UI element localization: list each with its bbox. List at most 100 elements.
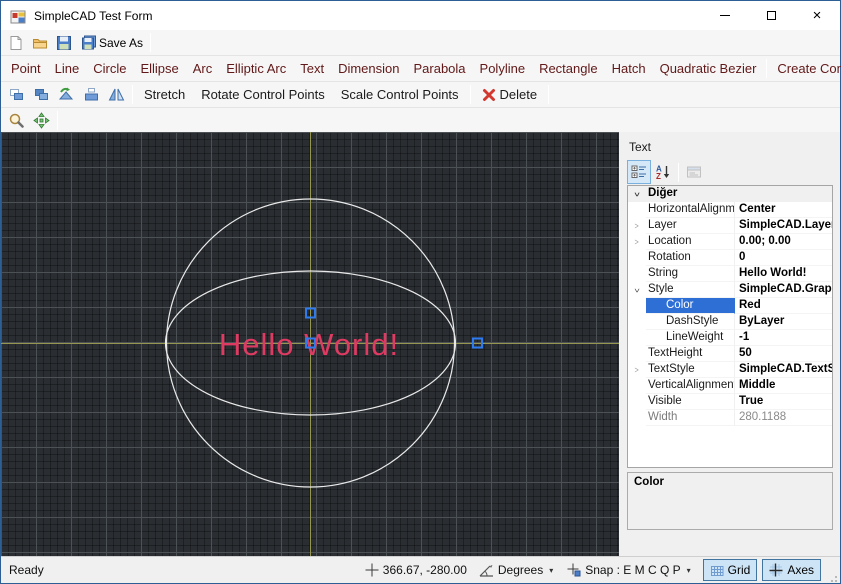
- property-value[interactable]: Red: [735, 298, 832, 314]
- property-description-panel: Color: [627, 472, 833, 530]
- draw-command-button[interactable]: Parabola: [406, 57, 472, 81]
- chevron-down-icon: ▾: [686, 565, 691, 575]
- expander-margin[interactable]: >: [628, 282, 646, 298]
- draw-command-button[interactable]: Dimension: [331, 57, 406, 81]
- snap-icon: [567, 563, 581, 577]
- open-button[interactable]: [28, 32, 52, 54]
- property-name: TextStyle: [646, 362, 735, 378]
- snap-dropdown[interactable]: Snap : E M C Q P ▾: [565, 561, 692, 579]
- angle-mode-dropdown[interactable]: Degrees ▾: [477, 561, 555, 579]
- property-name: Layer: [646, 218, 735, 234]
- magnifier-icon: [9, 113, 24, 128]
- scale-button[interactable]: [79, 84, 104, 106]
- save-as-button[interactable]: Save As: [76, 32, 147, 54]
- expander-margin: [628, 346, 646, 362]
- property-row[interactable]: > TextStyleSimpleCAD.TextStyle: [628, 362, 832, 378]
- draw-command-button[interactable]: Elliptic Arc: [219, 57, 293, 81]
- draw-command-button[interactable]: Ellipse: [133, 57, 185, 81]
- description-title: Color: [634, 476, 665, 488]
- alphabetical-sort-button[interactable]: A Z: [651, 160, 675, 184]
- status-bar: Ready 366.67, -280.00 Degrees ▾ Snap : E…: [1, 556, 840, 583]
- maximize-button[interactable]: [748, 1, 794, 30]
- property-name: Color: [646, 298, 735, 314]
- save-as-label: Save As: [99, 35, 144, 50]
- property-value[interactable]: 0: [735, 250, 832, 266]
- chevron-down-icon: ▾: [549, 565, 554, 575]
- draw-command-button[interactable]: Polyline: [473, 57, 533, 81]
- property-row[interactable]: >StyleSimpleCAD.Graphics: [628, 282, 832, 298]
- property-value[interactable]: ByLayer: [735, 314, 832, 330]
- stretch-button[interactable]: Stretch: [136, 83, 193, 107]
- property-value[interactable]: 0.00; 0.00: [735, 234, 832, 250]
- zoom-button[interactable]: [4, 109, 29, 131]
- categorized-icon: [631, 165, 646, 178]
- property-value[interactable]: 50: [735, 346, 832, 362]
- property-row[interactable]: Width 280.1188: [628, 410, 832, 426]
- copy-button[interactable]: [29, 84, 54, 106]
- draw-command-button[interactable]: Quadratic Bezier: [653, 57, 764, 81]
- mirror-button[interactable]: [104, 84, 129, 106]
- property-row[interactable]: HorizontalAlignmentCenter: [628, 202, 832, 218]
- close-button[interactable]: ×: [794, 1, 840, 30]
- property-row[interactable]: LineWeight -1: [628, 330, 832, 346]
- grid-toggle-button[interactable]: Grid: [702, 559, 758, 581]
- property-value[interactable]: SimpleCAD.Layer: [735, 218, 832, 234]
- draw-command-button[interactable]: Line: [48, 57, 87, 81]
- toolbar-separator: [766, 59, 768, 78]
- property-value[interactable]: SimpleCAD.TextStyle: [735, 362, 832, 378]
- minimize-button[interactable]: [702, 1, 748, 30]
- draw-command-button[interactable]: Point: [4, 57, 48, 81]
- coordinates-display: 366.67, -280.00: [365, 563, 467, 577]
- expander-margin[interactable]: >: [628, 218, 646, 234]
- axes-icon: [769, 563, 783, 577]
- categorized-view-button[interactable]: [627, 160, 651, 184]
- property-value[interactable]: SimpleCAD.Graphics: [735, 282, 832, 298]
- property-value[interactable]: Middle: [735, 378, 832, 394]
- property-value[interactable]: Hello World!: [735, 266, 832, 282]
- draw-command-button[interactable]: Arc: [186, 57, 220, 81]
- save-button[interactable]: [52, 32, 76, 54]
- delete-button[interactable]: Delete: [474, 83, 546, 107]
- hello-world-text-entity[interactable]: Hello World!: [219, 327, 399, 362]
- expander-margin[interactable]: >: [628, 234, 646, 250]
- expander-margin[interactable]: >: [628, 186, 646, 202]
- property-row[interactable]: String Hello World!: [628, 266, 832, 282]
- expander-margin[interactable]: >: [628, 362, 646, 378]
- az-sort-icon: A Z: [656, 165, 670, 180]
- draw-command-button[interactable]: Text: [293, 57, 331, 81]
- property-name: Location: [646, 234, 735, 250]
- draw-command-button[interactable]: Circle: [86, 57, 133, 81]
- resize-grip[interactable]: [826, 571, 838, 583]
- rotate-button[interactable]: [54, 84, 79, 106]
- create-composite-button[interactable]: Create Composite: [770, 57, 841, 81]
- expander-margin: [628, 314, 646, 330]
- property-category-row[interactable]: > Diğer: [628, 186, 832, 202]
- move-button[interactable]: [4, 84, 29, 106]
- draw-command-button[interactable]: Hatch: [605, 57, 653, 81]
- property-row[interactable]: Visible True: [628, 394, 832, 410]
- cad-canvas[interactable]: Hello World!: [1, 132, 619, 556]
- pan-button[interactable]: [29, 109, 54, 131]
- edit-toolbar: Stretch Rotate Control Points Scale Cont…: [1, 82, 840, 108]
- expander-margin: [628, 394, 646, 410]
- rotate-control-points-button[interactable]: Rotate Control Points: [193, 83, 333, 107]
- scale-control-points-button[interactable]: Scale Control Points: [333, 83, 467, 107]
- property-value[interactable]: Center: [735, 202, 832, 218]
- property-row[interactable]: Rotation 0: [628, 250, 832, 266]
- property-row[interactable]: DashStyle ByLayer: [628, 314, 832, 330]
- property-row[interactable]: > Layer SimpleCAD.Layer: [628, 218, 832, 234]
- property-value[interactable]: 280.1188: [735, 410, 832, 426]
- property-row[interactable]: Color Red: [628, 298, 832, 314]
- draw-command-button[interactable]: Rectangle: [532, 57, 605, 81]
- property-value[interactable]: -1: [735, 330, 832, 346]
- expander-margin: [628, 298, 646, 314]
- chevron-collapsed-icon: >: [634, 364, 640, 375]
- new-button[interactable]: [4, 32, 28, 54]
- property-value[interactable]: True: [735, 394, 832, 410]
- property-row[interactable]: VerticalAlignment Middle: [628, 378, 832, 394]
- axes-toggle-button[interactable]: Axes: [762, 559, 821, 581]
- property-row[interactable]: TextHeight 50: [628, 346, 832, 362]
- maximize-icon: [766, 11, 776, 20]
- copy-icon: [35, 89, 48, 100]
- property-row[interactable]: > Location 0.00; 0.00: [628, 234, 832, 250]
